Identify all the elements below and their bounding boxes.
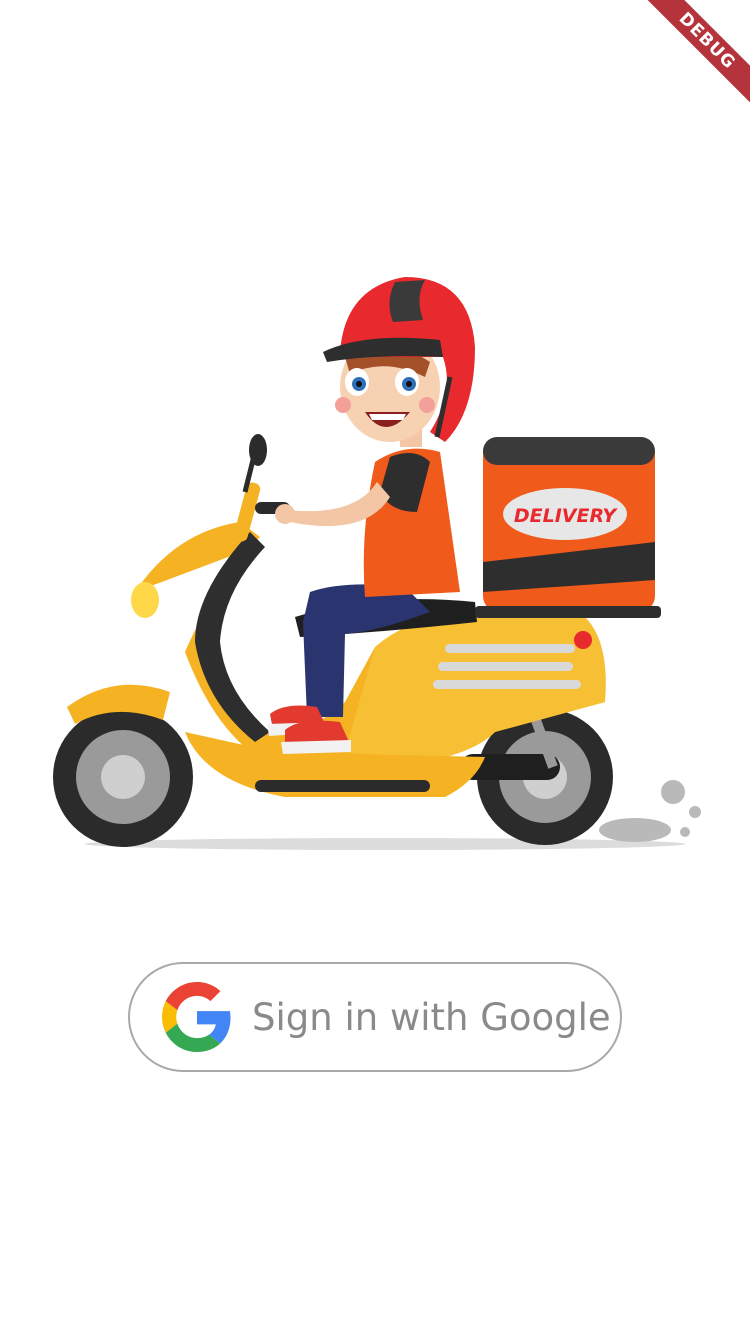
rider-hand	[275, 504, 295, 524]
delivery-box-label: DELIVERY	[514, 505, 618, 527]
delivery-box: DELIVERY	[475, 437, 661, 618]
debug-label: DEBUG	[637, 0, 750, 111]
ground-shadow	[85, 838, 685, 850]
google-signin-button[interactable]: Sign in with Google	[128, 962, 622, 1072]
login-screen: DEBUG DELIVERY Sign in with Google	[0, 0, 750, 1334]
delivery-scooter-illustration: DELIVERY	[53, 277, 701, 850]
front-wheel	[53, 707, 193, 847]
debug-banner: DEBUG	[630, 0, 750, 120]
dust-cloud	[599, 780, 701, 842]
google-signin-label: Sign in with Google	[252, 995, 611, 1039]
side-vents	[433, 644, 581, 689]
google-g-icon	[162, 982, 231, 1052]
headlight	[131, 582, 159, 618]
tail-light	[574, 631, 592, 649]
floor-stripe	[255, 780, 430, 792]
mirror	[249, 434, 267, 466]
